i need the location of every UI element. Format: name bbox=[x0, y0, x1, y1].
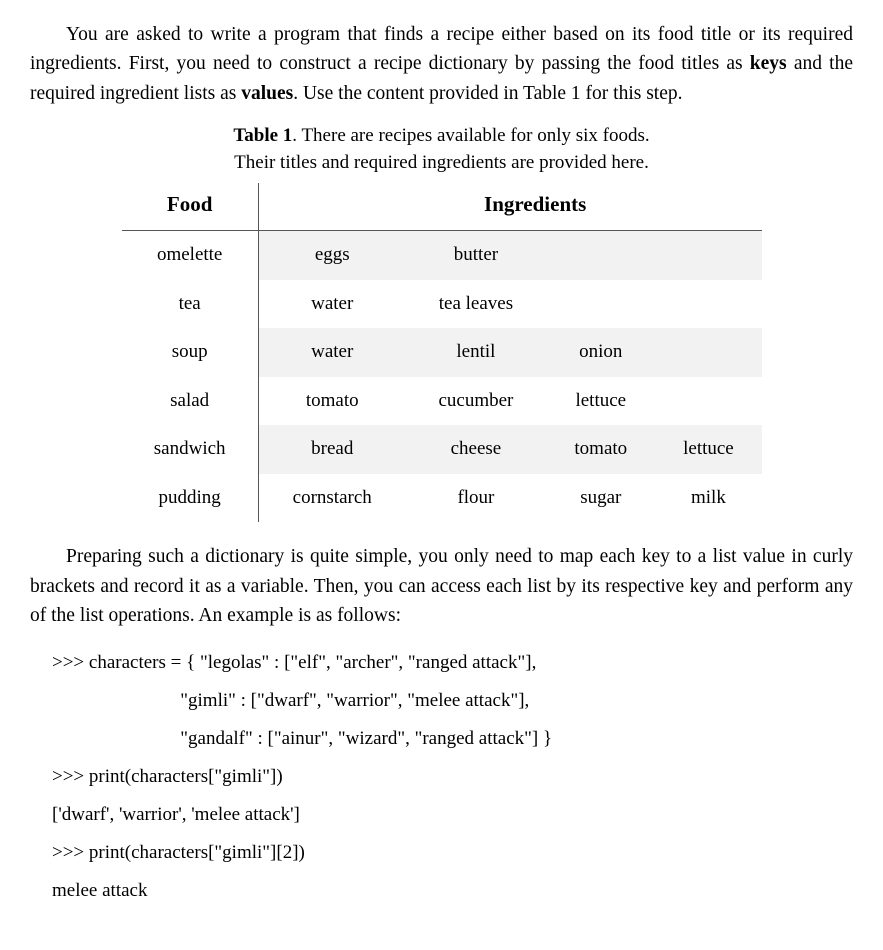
ing-cell bbox=[655, 377, 761, 426]
table-caption-line2: Their titles and required ingredients ar… bbox=[234, 152, 649, 173]
ing-cell: flour bbox=[406, 474, 547, 523]
ing-cell: tomato bbox=[258, 377, 405, 426]
food-cell: tea bbox=[122, 280, 259, 329]
food-cell: soup bbox=[122, 328, 259, 377]
table-caption: Table 1. There are recipes available for… bbox=[122, 122, 762, 177]
ing-cell: water bbox=[258, 280, 405, 329]
ing-cell: onion bbox=[546, 328, 655, 377]
code-line: melee attack bbox=[52, 880, 147, 901]
ing-cell bbox=[655, 280, 761, 329]
ing-cell: lentil bbox=[406, 328, 547, 377]
table-block: Table 1. There are recipes available for… bbox=[122, 122, 762, 523]
col-head-ingredients: Ingredients bbox=[258, 183, 761, 231]
ing-cell: water bbox=[258, 328, 405, 377]
ing-cell: tomato bbox=[546, 425, 655, 474]
ing-cell bbox=[546, 280, 655, 329]
ing-cell: bread bbox=[258, 425, 405, 474]
table-row: pudding cornstarch flour sugar milk bbox=[122, 474, 762, 523]
intro-paragraph: You are asked to write a program that fi… bbox=[30, 20, 853, 108]
food-cell: salad bbox=[122, 377, 259, 426]
explain-paragraph: Preparing such a dictionary is quite sim… bbox=[30, 542, 853, 630]
table-row: salad tomato cucumber lettuce bbox=[122, 377, 762, 426]
code-line: "gandalf" : ["ainur", "wizard", "ranged … bbox=[52, 728, 552, 749]
food-cell: pudding bbox=[122, 474, 259, 523]
code-line: ['dwarf', 'warrior', 'melee attack'] bbox=[52, 804, 300, 825]
intro-text-3: . Use the content provided in Table 1 fo… bbox=[293, 83, 682, 104]
ing-cell: cornstarch bbox=[258, 474, 405, 523]
ing-cell: cheese bbox=[406, 425, 547, 474]
ing-cell: sugar bbox=[546, 474, 655, 523]
ing-cell: milk bbox=[655, 474, 761, 523]
food-cell: omelette bbox=[122, 231, 259, 280]
intro-bold-keys: keys bbox=[750, 53, 787, 74]
intro-text-1: You are asked to write a program that fi… bbox=[30, 24, 853, 74]
page: You are asked to write a program that fi… bbox=[0, 0, 883, 950]
ing-cell: lettuce bbox=[546, 377, 655, 426]
code-line: "gimli" : ["dwarf", "warrior", "melee at… bbox=[52, 690, 529, 711]
code-example: >>> characters = { "legolas" : ["elf", "… bbox=[52, 644, 853, 910]
table-caption-label: Table 1 bbox=[233, 125, 292, 146]
table-row: sandwich bread cheese tomato lettuce bbox=[122, 425, 762, 474]
code-line: >>> print(characters["gimli"]) bbox=[52, 766, 283, 787]
table-row: tea water tea leaves bbox=[122, 280, 762, 329]
table-row: soup water lentil onion bbox=[122, 328, 762, 377]
ing-cell: cucumber bbox=[406, 377, 547, 426]
ing-cell: lettuce bbox=[655, 425, 761, 474]
ing-cell: eggs bbox=[258, 231, 405, 280]
code-line: >>> print(characters["gimli"][2]) bbox=[52, 842, 305, 863]
col-head-food: Food bbox=[122, 183, 259, 231]
ing-cell: tea leaves bbox=[406, 280, 547, 329]
ing-cell bbox=[655, 231, 761, 280]
ing-cell: butter bbox=[406, 231, 547, 280]
code-line: >>> characters = { "legolas" : ["elf", "… bbox=[52, 652, 536, 673]
food-cell: sandwich bbox=[122, 425, 259, 474]
ing-cell bbox=[655, 328, 761, 377]
table-caption-rest: . There are recipes available for only s… bbox=[292, 125, 649, 146]
table-row: omelette eggs butter bbox=[122, 231, 762, 280]
intro-bold-values: values bbox=[241, 83, 293, 104]
recipes-table: Food Ingredients omelette eggs butter te… bbox=[122, 183, 762, 523]
ing-cell bbox=[546, 231, 655, 280]
table-header-row: Food Ingredients bbox=[122, 183, 762, 231]
